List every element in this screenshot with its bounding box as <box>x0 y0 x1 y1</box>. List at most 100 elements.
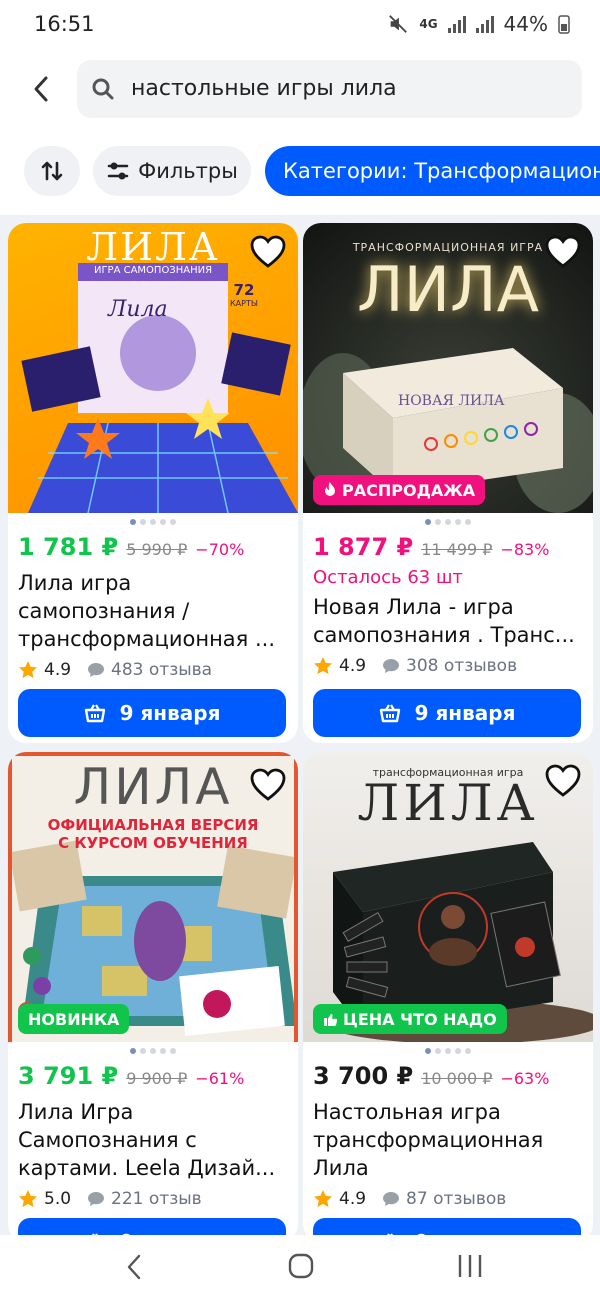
sliders-icon <box>107 162 129 180</box>
delivery-date: 9 января <box>119 701 221 725</box>
favorite-icon[interactable] <box>545 235 581 269</box>
image-pager <box>303 519 593 525</box>
basket-icon <box>84 704 105 723</box>
image-subtitle: ОФИЦИАЛЬНАЯ ВЕРСИЯ С КУРСОМ ОБУЧЕНИЯ <box>47 816 259 852</box>
favorite-icon[interactable] <box>545 764 581 798</box>
image-pager <box>303 1048 593 1054</box>
discount: −63% <box>500 1069 550 1088</box>
product-image[interactable]: ТРАНСФОРМАЦИОННАЯ ИГРА ЛИЛА НОВАЯ ЛИЛА Р… <box>303 223 593 513</box>
battery-icon <box>558 15 570 34</box>
old-price: 11 499 ₽ <box>421 540 493 559</box>
star-icon <box>19 1190 37 1208</box>
price: 1 877 ₽ <box>313 533 414 561</box>
sort-icon <box>41 161 63 181</box>
rating-row: 5.0 221 отзыв <box>18 1189 202 1209</box>
rating-value: 4.9 <box>44 660 72 680</box>
system-nav-bar <box>0 1235 600 1299</box>
old-price: 9 900 ₽ <box>126 1069 188 1088</box>
product-image[interactable]: ЛИЛА ОФИЦИАЛЬНАЯ ВЕРСИЯ С КУРСОМ ОБУЧЕНИ… <box>8 752 298 1042</box>
fire-icon <box>325 482 335 496</box>
category-label: Категории: Трансформационн <box>283 159 600 183</box>
nav-recents-icon[interactable] <box>456 1253 484 1279</box>
filter-chips: Фильтры Категории: Трансформационн <box>0 146 600 198</box>
network-type: 4G <box>419 17 438 31</box>
status-bar: 16:51 4G 44% <box>0 0 600 46</box>
image-cards-count: 72 КАРТЫ <box>230 281 258 308</box>
price-row: 1 781 ₽ 5 990 ₽ −70% <box>18 533 244 561</box>
filters-button[interactable]: Фильтры <box>93 146 251 196</box>
product-card[interactable]: ЛИЛА ИГРА САМОПОЗНАНИЯ Лила 72 КАРТЫ 1 7… <box>8 223 298 743</box>
search-input[interactable]: настольные игры лила <box>77 60 582 118</box>
favorite-icon[interactable] <box>250 235 286 269</box>
price-row: 1 877 ₽ 11 499 ₽ −83% <box>313 533 549 561</box>
product-title[interactable]: Новая Лила - игра самопознания . Транс..… <box>313 593 585 649</box>
battery-percent: 44% <box>503 12 548 36</box>
status-time: 16:51 <box>34 12 95 36</box>
comment-icon <box>88 1192 105 1206</box>
rating-row: 4.9 308 отзывов <box>313 656 517 676</box>
search-header: настольные игры лила <box>0 58 600 122</box>
discount: −61% <box>195 1069 245 1088</box>
reviews-count: 87 отзывов <box>406 1189 507 1209</box>
category-chip[interactable]: Категории: Трансформационн <box>265 146 600 196</box>
comment-icon <box>383 659 400 673</box>
price-badge: ЦЕНА ЧТО НАДО <box>313 1004 507 1034</box>
star-icon <box>19 661 37 679</box>
product-card[interactable]: трансформационная игра ЛИЛА ЦЕНА ЧТО НАД… <box>303 752 593 1242</box>
filters-label: Фильтры <box>138 159 238 183</box>
search-query: настольные игры лила <box>131 76 397 101</box>
favorite-icon[interactable] <box>250 768 286 802</box>
comment-icon <box>88 663 105 677</box>
comment-icon <box>383 1192 400 1206</box>
status-icons: 4G 44% <box>387 12 570 36</box>
search-icon <box>92 78 114 100</box>
rating-row: 4.9 87 отзывов <box>313 1189 506 1209</box>
star-icon <box>314 657 332 675</box>
signal-icon <box>447 15 466 33</box>
product-feed: ЛИЛА ИГРА САМОПОЗНАНИЯ Лила 72 КАРТЫ 1 7… <box>0 215 600 1242</box>
thumbs-up-icon <box>324 1013 338 1026</box>
signal-icon-2 <box>475 15 494 33</box>
rating-row: 4.9 483 отзыва <box>18 660 212 680</box>
discount: −83% <box>500 540 550 559</box>
discount: −70% <box>195 540 245 559</box>
sale-badge: РАСПРОДАЖА <box>313 475 486 505</box>
product-title[interactable]: Лила игра самопознания / трансформационн… <box>18 569 290 653</box>
price: 3 700 ₽ <box>313 1062 414 1090</box>
delivery-date: 9 января <box>414 701 516 725</box>
chevron-left-icon <box>34 76 48 102</box>
image-pager <box>8 1048 298 1054</box>
nav-home-icon[interactable] <box>288 1253 314 1279</box>
product-title[interactable]: Лила Игра Самопознания с картами. Leela … <box>18 1098 290 1182</box>
back-button[interactable] <box>24 72 58 106</box>
delivery-button[interactable]: 9 января <box>18 689 286 737</box>
stock-left: Осталось 63 шт <box>313 567 463 588</box>
sort-button[interactable] <box>24 146 80 196</box>
nav-back-icon[interactable] <box>124 1253 144 1281</box>
rating-value: 4.9 <box>339 1189 367 1209</box>
rating-value: 4.9 <box>339 656 367 676</box>
product-image[interactable]: ЛИЛА ИГРА САМОПОЗНАНИЯ Лила 72 КАРТЫ <box>8 223 298 513</box>
image-box-title: Лила <box>108 297 168 322</box>
star-icon <box>314 1190 332 1208</box>
product-card[interactable]: ЛИЛА ОФИЦИАЛЬНАЯ ВЕРСИЯ С КУРСОМ ОБУЧЕНИ… <box>8 752 298 1242</box>
basket-icon <box>379 704 400 723</box>
reviews-count: 221 отзыв <box>111 1189 202 1209</box>
product-title[interactable]: Настольная игра трансформационная Лила <box>313 1098 585 1182</box>
delivery-button[interactable]: 9 января <box>313 689 581 737</box>
price-row: 3 791 ₽ 9 900 ₽ −61% <box>18 1062 244 1090</box>
mute-icon <box>389 15 408 33</box>
new-badge: НОВИНКА <box>18 1004 130 1034</box>
product-card[interactable]: ТРАНСФОРМАЦИОННАЯ ИГРА ЛИЛА НОВАЯ ЛИЛА Р… <box>303 223 593 743</box>
image-subtitle: ИГРА САМОПОЗНАНИЯ <box>93 265 213 276</box>
old-price: 10 000 ₽ <box>421 1069 493 1088</box>
price-row: 3 700 ₽ 10 000 ₽ −63% <box>313 1062 549 1090</box>
reviews-count: 483 отзыва <box>111 660 213 680</box>
rating-value: 5.0 <box>44 1189 72 1209</box>
reviews-count: 308 отзывов <box>406 656 518 676</box>
image-pager <box>8 519 298 525</box>
product-image[interactable]: трансформационная игра ЛИЛА ЦЕНА ЧТО НАД… <box>303 752 593 1042</box>
old-price: 5 990 ₽ <box>126 540 188 559</box>
price: 3 791 ₽ <box>18 1062 119 1090</box>
price: 1 781 ₽ <box>18 533 119 561</box>
